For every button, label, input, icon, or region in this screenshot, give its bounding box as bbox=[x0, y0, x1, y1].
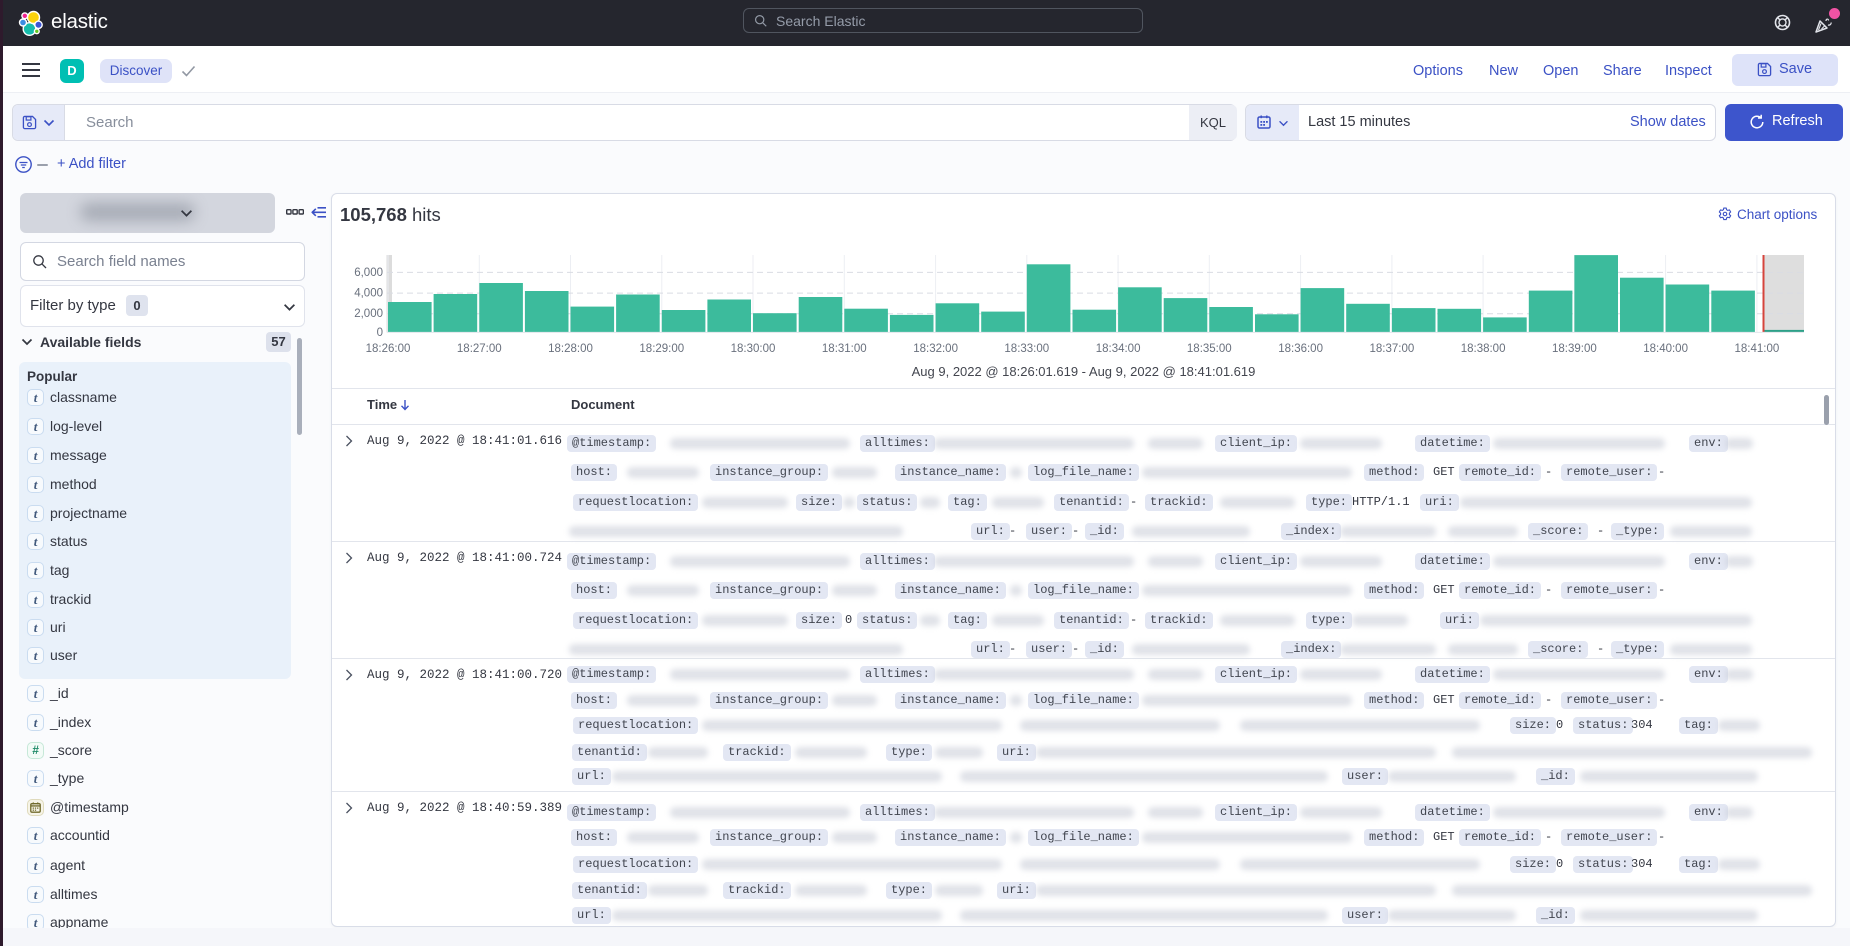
svg-text:18:32:00: 18:32:00 bbox=[913, 343, 958, 355]
svg-text:18:41:00: 18:41:00 bbox=[1735, 343, 1780, 355]
svg-text:18:34:00: 18:34:00 bbox=[1096, 343, 1141, 355]
svg-text:0: 0 bbox=[377, 327, 383, 339]
svg-text:18:31:00: 18:31:00 bbox=[822, 343, 867, 355]
svg-text:6,000: 6,000 bbox=[354, 267, 383, 279]
svg-text:18:36:00: 18:36:00 bbox=[1278, 343, 1323, 355]
svg-text:2,000: 2,000 bbox=[354, 308, 383, 320]
svg-text:18:38:00: 18:38:00 bbox=[1461, 343, 1506, 355]
svg-text:18:40:00: 18:40:00 bbox=[1643, 343, 1688, 355]
svg-text:18:26:00: 18:26:00 bbox=[366, 343, 411, 355]
svg-text:18:27:00: 18:27:00 bbox=[457, 343, 502, 355]
svg-text:18:28:00: 18:28:00 bbox=[548, 343, 593, 355]
svg-text:18:29:00: 18:29:00 bbox=[639, 343, 684, 355]
svg-text:18:37:00: 18:37:00 bbox=[1370, 343, 1415, 355]
svg-text:4,000: 4,000 bbox=[354, 288, 383, 300]
svg-text:18:35:00: 18:35:00 bbox=[1187, 343, 1232, 355]
svg-text:18:33:00: 18:33:00 bbox=[1004, 343, 1049, 355]
svg-text:18:30:00: 18:30:00 bbox=[731, 343, 776, 355]
svg-text:18:39:00: 18:39:00 bbox=[1552, 343, 1597, 355]
